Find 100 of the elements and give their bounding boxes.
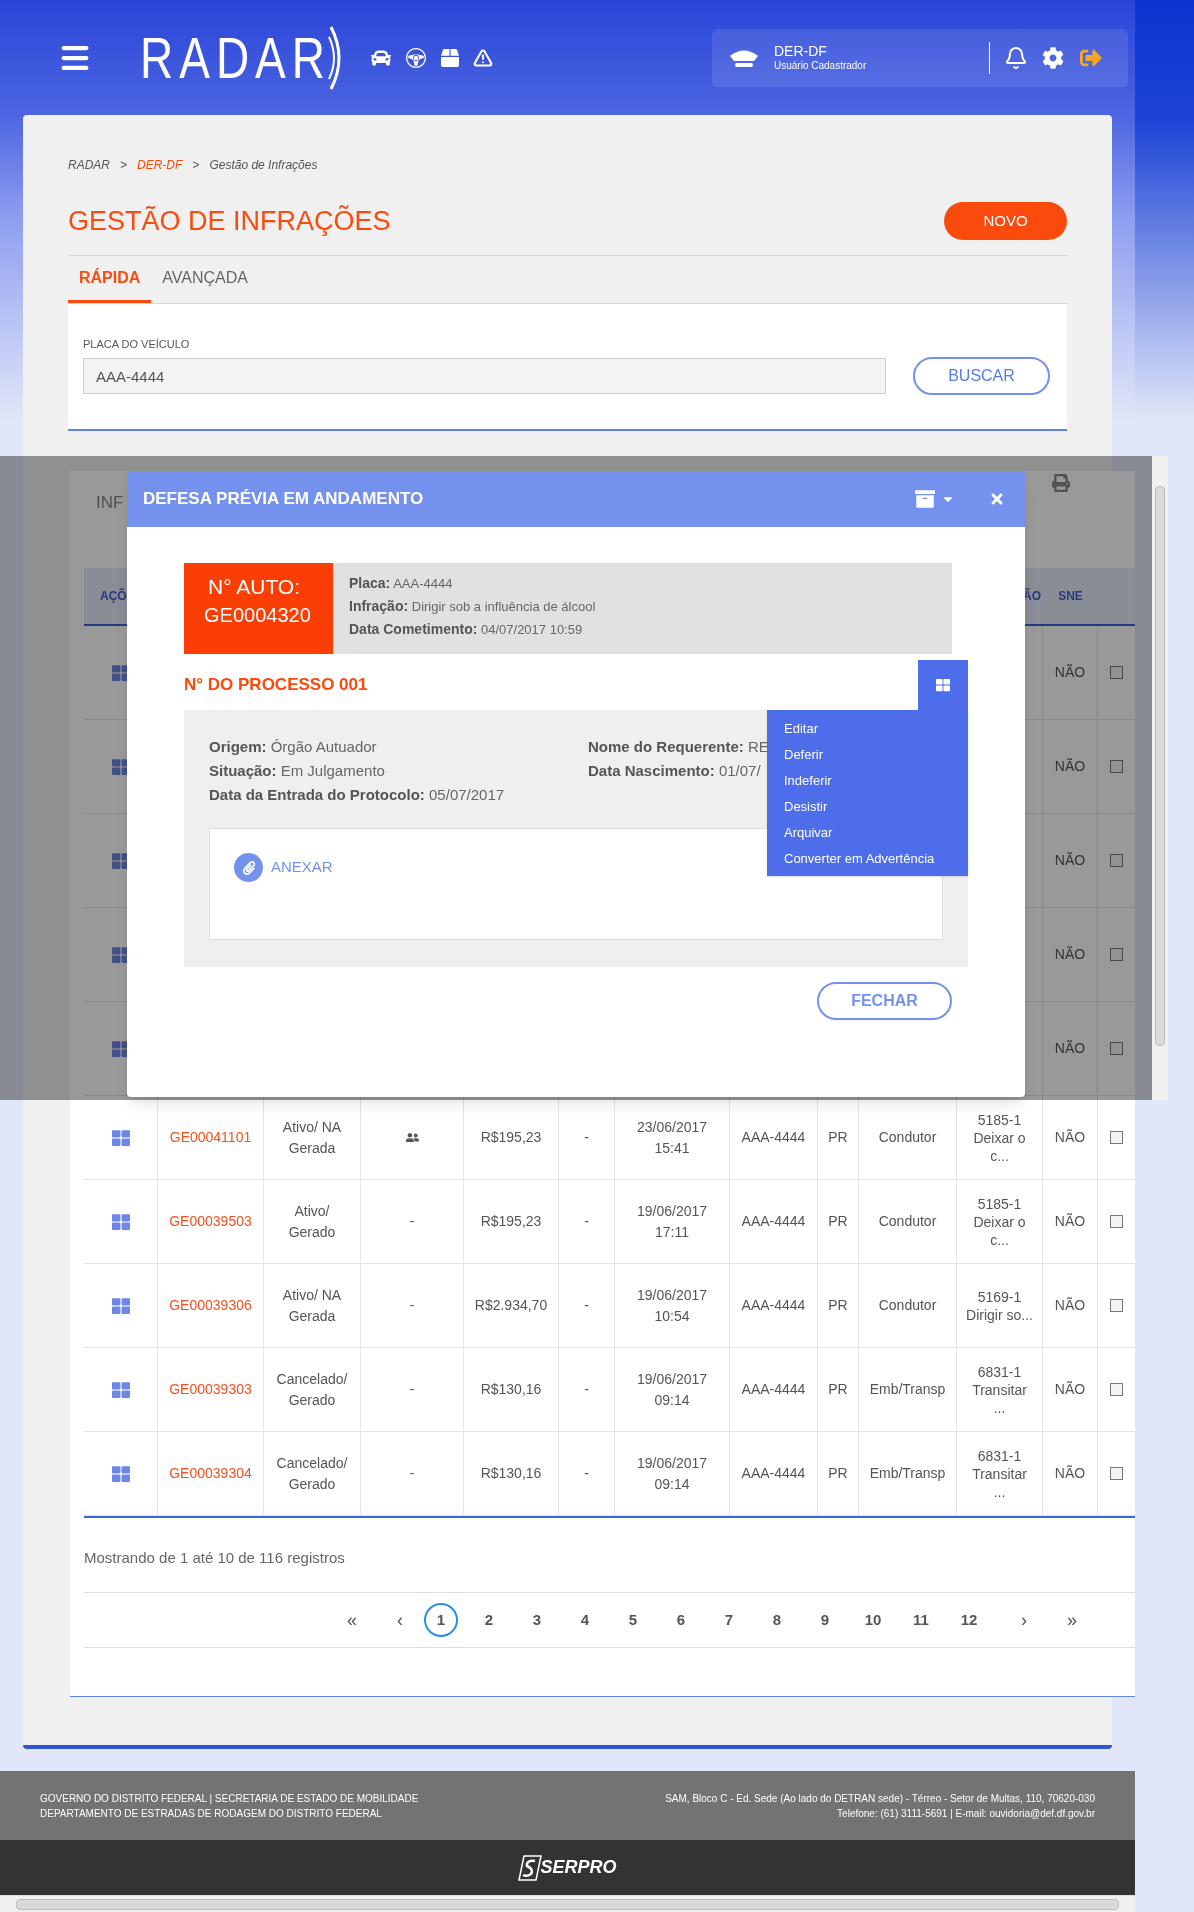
page-link[interactable]: 11: [904, 1603, 938, 1637]
page-link[interactable]: 12: [952, 1603, 986, 1637]
checkbox[interactable]: [1110, 666, 1123, 679]
box-icon[interactable]: [441, 48, 460, 67]
auto-link[interactable]: GE00039306: [169, 1295, 252, 1316]
dash-text: -: [584, 1212, 589, 1231]
sne-text: NÃO: [1054, 663, 1086, 682]
detail-line: Nome do Requerente: RE: [588, 737, 769, 757]
logo: RADAR: [140, 22, 350, 93]
plate-input[interactable]: AAA-4444: [83, 358, 886, 394]
horizontal-scrollbar[interactable]: [0, 1895, 1135, 1912]
page-title: GESTÃO DE INFRAÇÕES: [68, 204, 391, 238]
steering-wheel-icon[interactable]: [405, 46, 428, 69]
pagination-link[interactable]: »: [1048, 1606, 1096, 1634]
fact-line: Placa: AAA-4444: [349, 574, 454, 593]
grid-icon[interactable]: [111, 1128, 130, 1147]
status-text: Ativo/ NA Gerada: [281, 1117, 343, 1158]
sne-text: NÃO: [1054, 851, 1086, 870]
sne-text: NÃO: [1054, 757, 1086, 776]
menu-item[interactable]: Arquivar: [767, 820, 968, 846]
tab[interactable]: AVANÇADA: [151, 255, 259, 303]
page-link[interactable]: 9: [808, 1603, 842, 1637]
pagination-link[interactable]: ›: [1000, 1606, 1048, 1634]
page-link[interactable]: 4: [568, 1603, 602, 1637]
print-icon[interactable]: [1052, 474, 1070, 492]
dash-text: -: [409, 1296, 415, 1315]
amount-text: R$195,23: [480, 1128, 542, 1147]
user-role: Usuário Cadastrador: [774, 59, 867, 72]
infraction-text: 5169-1 Dirigir so...: [965, 1287, 1034, 1324]
page-link[interactable]: 6: [664, 1603, 698, 1637]
grid-icon[interactable]: [111, 1380, 130, 1399]
menu-item[interactable]: Deferir: [767, 742, 968, 768]
page-link[interactable]: 2: [472, 1603, 506, 1637]
grid-icon[interactable]: [111, 1296, 130, 1315]
field-label: PLACA DO VEÍCULO: [83, 337, 191, 351]
plate-text: AAA-4444: [741, 1128, 806, 1147]
footer-text: Telefone: (61) 3111-5691 | E-mail: ouvidoria@def.df.gov.br: [837, 1806, 1095, 1821]
pagination-link[interactable]: ‹: [376, 1606, 424, 1634]
page-link[interactable]: 1: [424, 1603, 458, 1637]
vertical-scrollbar[interactable]: [1152, 456, 1168, 1100]
infraction-text: 6831-1 Transitar ...: [971, 1362, 1028, 1417]
amount-text: R$195,23: [480, 1212, 542, 1231]
page-link[interactable]: 3: [520, 1603, 554, 1637]
grid-icon[interactable]: [111, 757, 130, 776]
checkbox[interactable]: [1110, 1215, 1123, 1228]
checkbox[interactable]: [1110, 1383, 1123, 1396]
checkbox[interactable]: [1110, 854, 1123, 867]
grid-icon[interactable]: [111, 945, 130, 964]
new-button[interactable]: NOVO: [944, 202, 1067, 240]
status-text: Ativo/ Gerado: [287, 1201, 337, 1242]
grid-icon[interactable]: [111, 1212, 130, 1231]
state-text: PR: [828, 1380, 848, 1399]
grid-icon[interactable]: [111, 1039, 130, 1058]
status-text: Cancelado/ Gerado: [275, 1453, 349, 1494]
type-text: Emb/Transp: [869, 1380, 946, 1399]
records-summary: Mostrando de 1 até 10 de 116 registros: [84, 1549, 345, 1566]
amount-text: R$130,16: [480, 1464, 542, 1483]
bell-icon[interactable]: [1004, 45, 1028, 70]
sne-text: NÃO: [1054, 1464, 1086, 1483]
close-icon[interactable]: [989, 491, 1005, 507]
grid-icon[interactable]: [111, 1464, 130, 1483]
grid-icon[interactable]: [111, 851, 130, 870]
auto-link[interactable]: GE00039304: [169, 1463, 252, 1484]
menu-item[interactable]: Converter em Advertência: [767, 846, 968, 872]
checkbox[interactable]: [1110, 1131, 1123, 1144]
checkbox[interactable]: [1110, 1299, 1123, 1312]
actions-button[interactable]: [918, 660, 968, 710]
warning-icon[interactable]: [473, 47, 494, 68]
page-link[interactable]: 5: [616, 1603, 650, 1637]
type-text: Condutor: [878, 1128, 937, 1147]
plate-text: AAA-4444: [741, 1296, 806, 1315]
page-link[interactable]: 8: [760, 1603, 794, 1637]
breadcrumb-link[interactable]: RADAR: [68, 156, 110, 174]
menu-item[interactable]: Editar: [767, 716, 968, 742]
type-text: Condutor: [878, 1212, 937, 1231]
settings-icon[interactable]: [1042, 46, 1064, 69]
breadcrumb-link[interactable]: Gestão de Infrações: [209, 156, 318, 174]
search-button[interactable]: BUSCAR: [913, 357, 1050, 395]
footer-text: GOVERNO DO DISTRITO FEDERAL | SECRETARIA DE ESTADO DE MOBILIDADE: [40, 1791, 419, 1806]
archive-icon[interactable]: [915, 489, 935, 509]
page-link[interactable]: 10: [856, 1603, 890, 1637]
plate-text: AAA-4444: [741, 1380, 806, 1399]
checkbox[interactable]: [1110, 760, 1123, 773]
footer-text: DEPARTAMENTO DE ESTRADAS DE RODAGEM DO DISTRITO FEDERAL: [40, 1806, 383, 1821]
infraction-text: 5185-1 Deixar o c...: [972, 1110, 1027, 1165]
checkbox[interactable]: [1110, 1042, 1123, 1055]
pagination-link[interactable]: «: [328, 1606, 376, 1634]
menu-item[interactable]: Indeferir: [767, 768, 968, 794]
auto-link[interactable]: GE00039303: [169, 1379, 252, 1400]
auto-link[interactable]: GE00041101: [169, 1127, 252, 1148]
grid-icon[interactable]: [111, 663, 130, 682]
state-text: PR: [828, 1128, 848, 1147]
auto-link[interactable]: GE00039503: [169, 1211, 252, 1232]
menu-item[interactable]: Desistir: [767, 794, 968, 820]
sne-text: NÃO: [1054, 1039, 1086, 1058]
checkbox[interactable]: [1110, 1467, 1123, 1480]
type-text: Condutor: [878, 1296, 937, 1315]
date-text: 23/06/2017 15:41: [635, 1117, 709, 1158]
page-link[interactable]: 7: [712, 1603, 746, 1637]
checkbox[interactable]: [1110, 948, 1123, 961]
